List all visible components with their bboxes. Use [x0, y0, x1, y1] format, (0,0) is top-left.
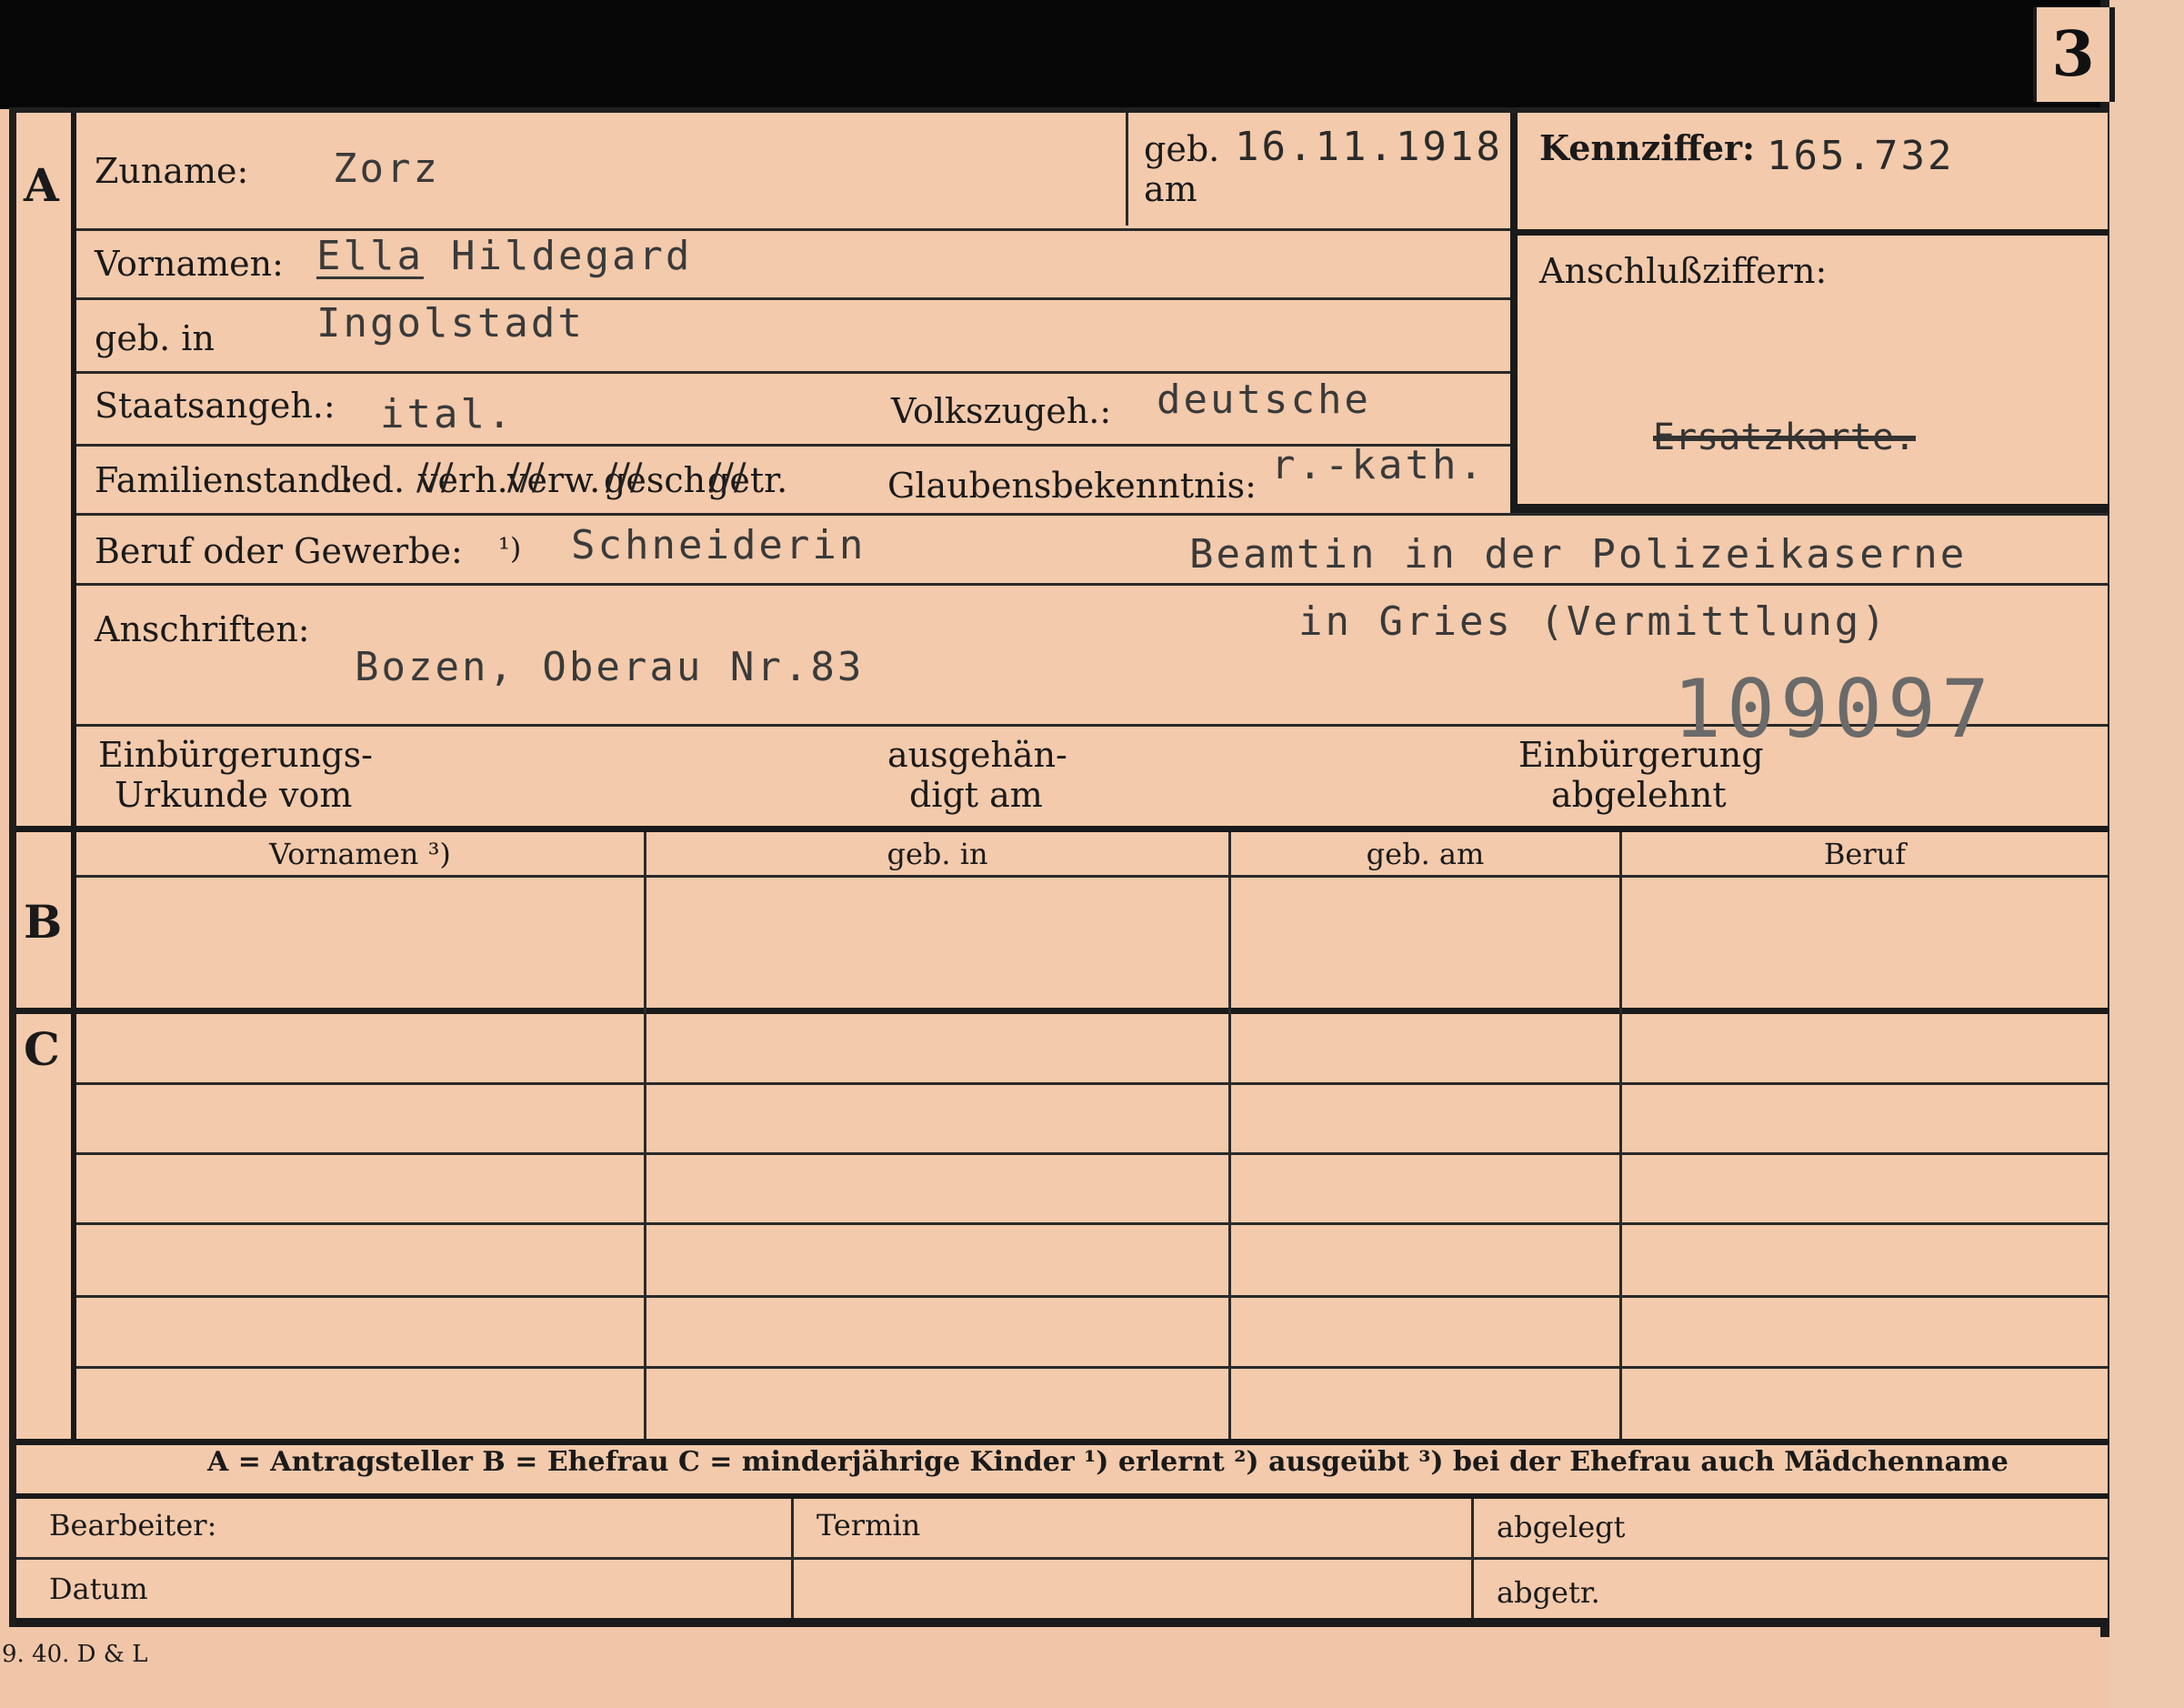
- volkszugeh-label: Volkszugeh.:: [891, 391, 1112, 431]
- glaubens-label: Glaubensbekenntnis:: [887, 466, 1257, 506]
- card-number: 3: [2051, 18, 2095, 91]
- footer-col-divider-1: [791, 1499, 794, 1618]
- einbuergerung-abgelehnt-label-1: Einbürgerung: [1518, 735, 1764, 775]
- strike-mark-gesch: ///: [606, 457, 643, 498]
- line-c-row1: [76, 1082, 2108, 1085]
- legend: A = Antragsteller B = Ehefrau C = minder…: [207, 1446, 2009, 1478]
- line-geb-in: [76, 371, 1510, 374]
- vornamen-value-rufname: Ella: [316, 233, 424, 279]
- line-familienstand: [76, 513, 2108, 516]
- footer-termin: Termin: [816, 1508, 921, 1542]
- line-section-b-end: [16, 1008, 2108, 1014]
- einbuergerung-urkunde-label-1: Einbürgerungs-: [98, 735, 373, 775]
- geb-in-value: Ingolstadt: [316, 300, 585, 347]
- footer-abgelegt: abgelegt: [1497, 1510, 1626, 1544]
- footer-col-divider-2: [1471, 1499, 1474, 1618]
- scan-background-top: [0, 0, 2184, 109]
- line-c-row3: [76, 1222, 2108, 1225]
- table-header-beruf: Beruf: [1823, 837, 1907, 871]
- line-footer-end: [16, 1618, 2108, 1627]
- registration-card: A B C Zuname: Zorz geb. am 16.11.1918 Ke…: [9, 107, 2108, 1627]
- section-b-label: B: [24, 895, 63, 949]
- zuname-label: Zuname:: [95, 151, 249, 191]
- line-anschluss-bottom: [1518, 504, 2108, 513]
- zuname-value: Zorz: [333, 146, 440, 192]
- vornamen-label: Vornamen:: [95, 244, 284, 284]
- table-col-divider-3: [1619, 832, 1622, 1439]
- strike-mark-getr: ///: [709, 457, 746, 498]
- anschriften-label: Anschriften:: [95, 609, 310, 649]
- einbuergerung-urkunde-label-2: Urkunde vom: [115, 775, 353, 815]
- beruf-label: Beruf oder Gewerbe:: [95, 531, 463, 571]
- line-zuname: [76, 228, 1510, 231]
- volkszugeh-value: deutsche: [1157, 377, 1371, 423]
- staatsangeh-value: ital.: [380, 391, 515, 437]
- anschriften-value-2: in Gries (Vermittlung): [1298, 598, 1888, 645]
- strike-mark-verh: ///: [416, 457, 454, 498]
- footer-bearbeiter: Bearbeiter:: [49, 1508, 217, 1542]
- line-section-c-end: [16, 1439, 2108, 1445]
- footer-abgetr: abgetr.: [1497, 1575, 1600, 1610]
- line-c-row2: [76, 1152, 2108, 1155]
- familienstand-option-led: led.: [340, 460, 406, 500]
- print-mark: 9. 40. D & L: [2, 1641, 148, 1668]
- section-divider-vertical: [71, 113, 76, 1445]
- vornamen-value-second: Hildegard: [451, 233, 693, 279]
- geb-in-label: geb. in: [95, 318, 215, 358]
- scan-background-right: [2108, 0, 2184, 1708]
- line-table-header: [76, 875, 2108, 878]
- geb-am-label-1: geb.: [1144, 129, 1220, 169]
- divider-name-birth: [1126, 113, 1128, 226]
- anschriften-value: Bozen, Oberau Nr.83: [355, 644, 865, 690]
- anschluss-label: Anschlußziffern:: [1539, 251, 1828, 291]
- table-header-vornamen: Vornamen ³): [269, 837, 451, 871]
- geb-am-value: 16.11.1918: [1235, 124, 1503, 170]
- strike-mark-verw: ///: [507, 457, 545, 498]
- kennziffer-label: Kennziffer:: [1539, 127, 1756, 168]
- card-number-tab: 3: [2033, 7, 2115, 102]
- beruf-value-ausgeuebt: Beamtin in der Polizeikaserne: [1189, 531, 1968, 578]
- line-c-row5: [76, 1366, 2108, 1369]
- table-col-divider-2: [1228, 832, 1231, 1439]
- line-footer-mid: [16, 1557, 2108, 1560]
- line-legend-end: [16, 1493, 2108, 1499]
- ersatzkarte-value: Ersatzkarte.: [1653, 417, 1916, 458]
- glaubens-value: r.-kath.: [1271, 442, 1486, 488]
- line-section-a-end: [16, 826, 2108, 832]
- geb-am-label-2: am: [1144, 169, 1197, 209]
- beruf-note: ¹): [498, 531, 522, 566]
- section-c-label: C: [24, 1022, 60, 1076]
- familienstand-label: Familienstand:: [95, 460, 354, 500]
- section-a-label: A: [24, 158, 59, 212]
- ausgehaendigt-label-1: ausgehän-: [887, 735, 1067, 775]
- line-beruf: [76, 583, 2108, 586]
- kennziffer-value: 165.732: [1767, 133, 1955, 179]
- table-header-geb-am: geb. am: [1366, 837, 1485, 871]
- ausgehaendigt-label-2: digt am: [909, 775, 1043, 815]
- table-header-geb-in: geb. in: [887, 837, 988, 871]
- line-c-row4: [76, 1295, 2108, 1298]
- beruf-value-erlernt: Schneiderin: [571, 522, 867, 568]
- table-col-divider-1: [644, 832, 646, 1439]
- footer-datum: Datum: [49, 1572, 148, 1606]
- line-vornamen: [76, 297, 1510, 300]
- line-kennziffer-bottom: [1518, 229, 2108, 236]
- staatsangeh-label: Staatsangeh.:: [95, 386, 336, 426]
- divider-kennziffer: [1510, 113, 1518, 513]
- einbuergerung-abgelehnt-label-2: abgelehnt: [1551, 775, 1727, 815]
